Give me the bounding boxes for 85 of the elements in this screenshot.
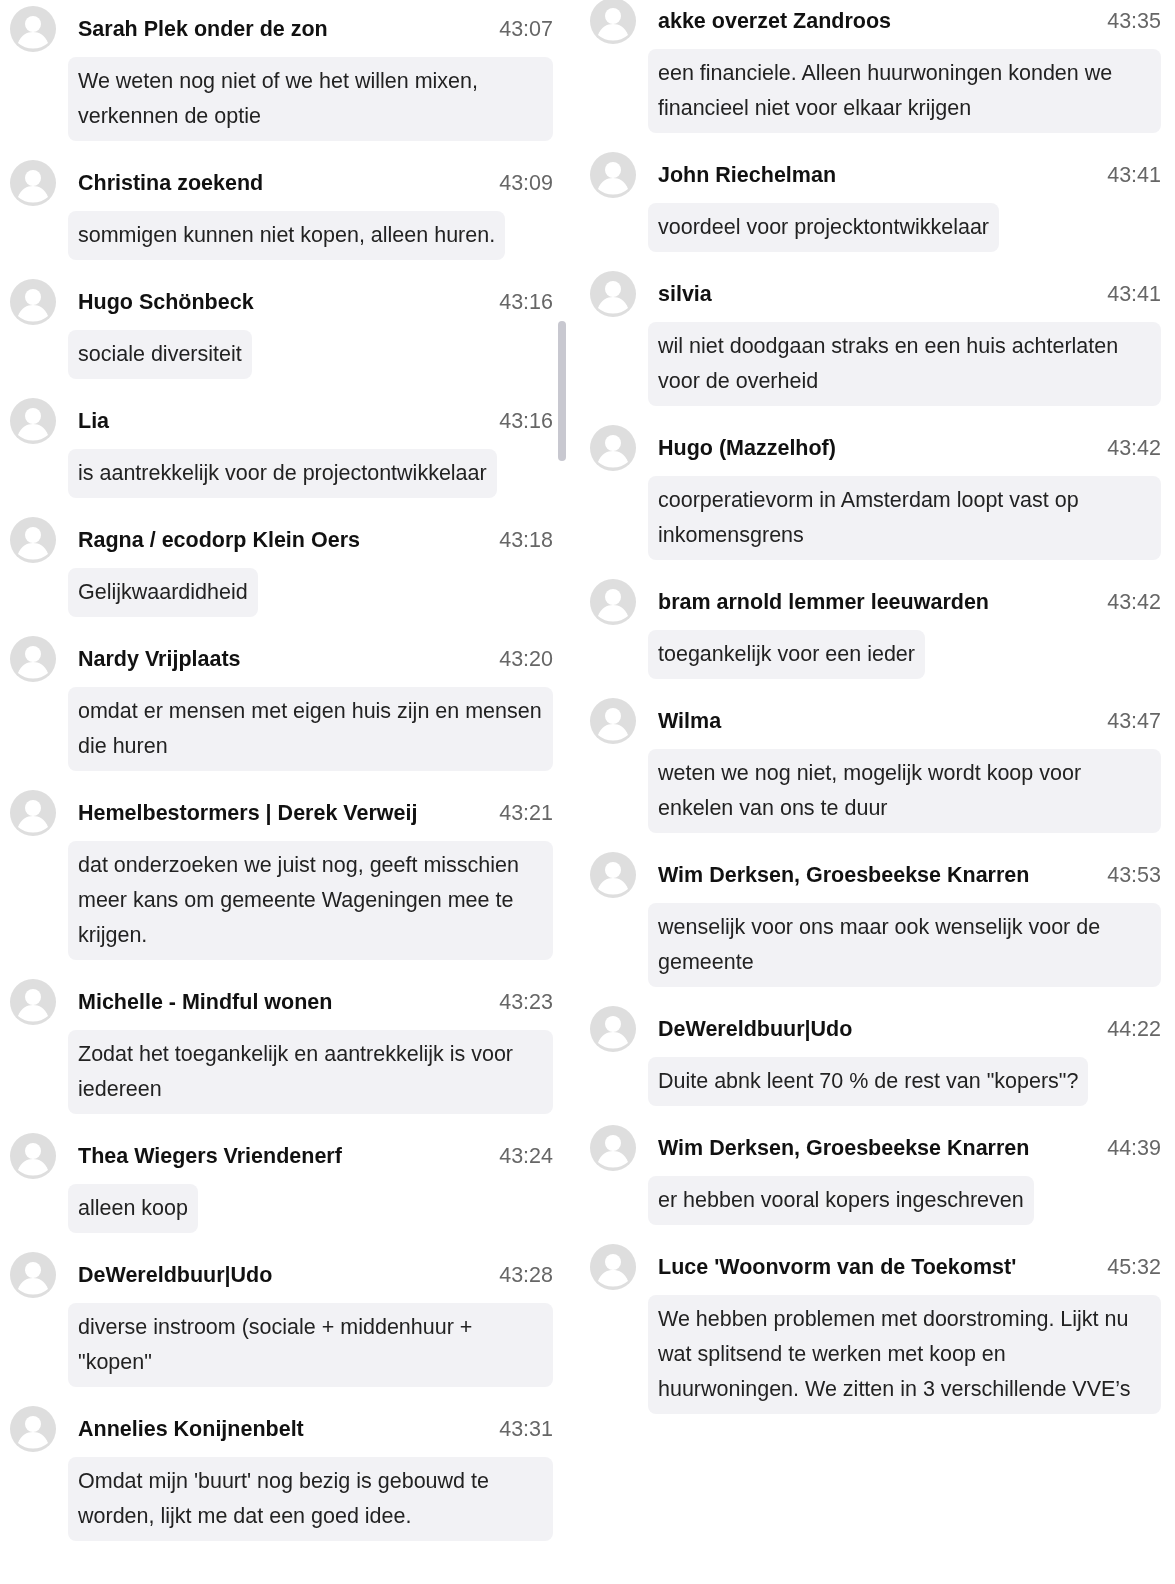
message-bubble: Zodat het toegankelijk en aantrekkelijk is voor iedereen [68,1030,553,1114]
message-time: 43:23 [499,989,553,1015]
message-time: 43:42 [1107,435,1161,461]
avatar-icon [590,852,636,898]
avatar-icon [590,152,636,198]
sender-name: Lia [77,408,111,435]
message-bubble: wil niet doodgaan straks en een huis achterlaten voor de overheid [648,322,1161,406]
message-bubble: dat onderzoeken we juist nog, geeft misschien meer kans om gemeente Wageningen mee te krijgen. [68,841,553,960]
message-time: 43:41 [1107,281,1161,307]
sender-name: Wilma [657,708,723,735]
scrollbar-thumb[interactable] [558,321,566,461]
message-bubble: sociale diversiteit [68,330,252,379]
sender-name: Luce 'Woonvorm van de Toekomst' [657,1254,1018,1281]
sender-name: Thea Wiegers Vriendenerf [77,1143,343,1170]
sender-name: bram arnold lemmer leeuwarden [657,589,990,616]
message-time: 43:41 [1107,162,1161,188]
avatar-icon [590,698,636,744]
message-bubble: diverse instroom (sociale + middenhuur + "kopen" [68,1303,553,1387]
message-time: 43:24 [499,1143,553,1169]
message-bubble: er hebben vooral kopers ingeschreven [648,1176,1034,1225]
avatar-icon [10,979,56,1025]
sender-name: Annelies Konijnenbelt [77,1416,305,1443]
avatar-icon [590,579,636,625]
message-time: 44:39 [1107,1135,1161,1161]
sender-name: akke overzet Zandroos [657,8,892,35]
message-bubble: Duite abnk leent 70 % de rest van "kopers"? [648,1057,1089,1106]
message-time: 43:53 [1107,862,1161,888]
message-time: 43:16 [499,408,553,434]
message-bubble: toegankelijk voor een ieder [648,630,925,679]
sender-name: Hemelbestormers | Derek Verweij [77,800,419,827]
sender-name: DeWereldbuur|Udo [77,1262,274,1289]
message-bubble: We weten nog niet of we het willen mixen, verkennen de optie [68,57,553,141]
message-bubble: Gelijkwaardidheid [68,568,258,617]
sender-name: Ragna / ecodorp Klein Oers [77,527,361,554]
avatar-icon [590,425,636,471]
message-time: 43:18 [499,527,553,553]
avatar-icon [10,1133,56,1179]
avatar-icon [10,517,56,563]
message-time: 43:21 [499,800,553,826]
avatar-icon [10,160,56,206]
avatar-icon [10,279,56,325]
avatar-icon [10,1252,56,1298]
sender-name: Sarah Plek onder de zon [77,16,329,43]
avatar-icon [590,1244,636,1290]
message-time: 43:28 [499,1262,553,1288]
message-time: 43:20 [499,646,553,672]
avatar-icon [10,398,56,444]
avatar-icon [590,271,636,317]
message-bubble: wenselijk voor ons maar ook wenselijk voor de gemeente [648,903,1161,987]
sender-name: Wim Derksen, Groesbeekse Knarren [657,1135,1031,1162]
message-bubble: We hebben problemen met doorstroming. Lijkt nu wat splitsend te werken met koop en huurwoningen. We zitten in 3 verschillende VVE’s [648,1295,1161,1414]
sender-name: silvia [657,281,713,308]
message-time: 43:31 [499,1416,553,1442]
message-bubble: alleen koop [68,1184,198,1233]
sender-name: DeWereldbuur|Udo [657,1016,854,1043]
sender-name: John Riechelman [657,162,837,189]
message-bubble: coorperatievorm in Amsterdam loopt vast op inkomensgrens [648,476,1161,560]
message-bubble: sommigen kunnen niet kopen, alleen huren. [68,211,506,260]
sender-name: Michelle - Mindful wonen [77,989,334,1016]
message-time: 43:16 [499,289,553,315]
message-bubble: Omdat mijn 'buurt' nog bezig is gebouwd te worden, lijkt me dat een goed idee. [68,1457,553,1541]
message-bubble: een financiele. Alleen huurwoningen konden we financieel niet voor elkaar krijgen [648,49,1161,133]
message-time: 43:47 [1107,708,1161,734]
avatar-icon [590,0,636,44]
avatar-icon [590,1125,636,1171]
avatar-icon [10,6,56,52]
avatar-icon [10,636,56,682]
message-bubble: is aantrekkelijk voor de projectontwikkelaar [68,449,497,498]
avatar-icon [10,1406,56,1452]
message-time: 43:09 [499,170,553,196]
sender-name: Hugo Schönbeck [77,289,255,316]
avatar-icon [10,790,56,836]
message-bubble: weten we nog niet, mogelijk wordt koop voor enkelen van ons te duur [648,749,1161,833]
message-bubble: omdat er mensen met eigen huis zijn en mensen die huren [68,687,553,771]
message-bubble: voordeel voor projecktontwikkelaar [648,203,1000,252]
sender-name: Christina zoekend [77,170,265,197]
message-time: 43:35 [1107,8,1161,34]
sender-name: Wim Derksen, Groesbeekse Knarren [657,862,1031,889]
avatar-icon [590,1006,636,1052]
message-time: 45:32 [1107,1254,1161,1280]
message-time: 44:22 [1107,1016,1161,1042]
sender-name: Hugo (Mazzelhof) [657,435,837,462]
sender-name: Nardy Vrijplaats [77,646,242,673]
message-time: 43:07 [499,16,553,42]
message-time: 43:42 [1107,589,1161,615]
